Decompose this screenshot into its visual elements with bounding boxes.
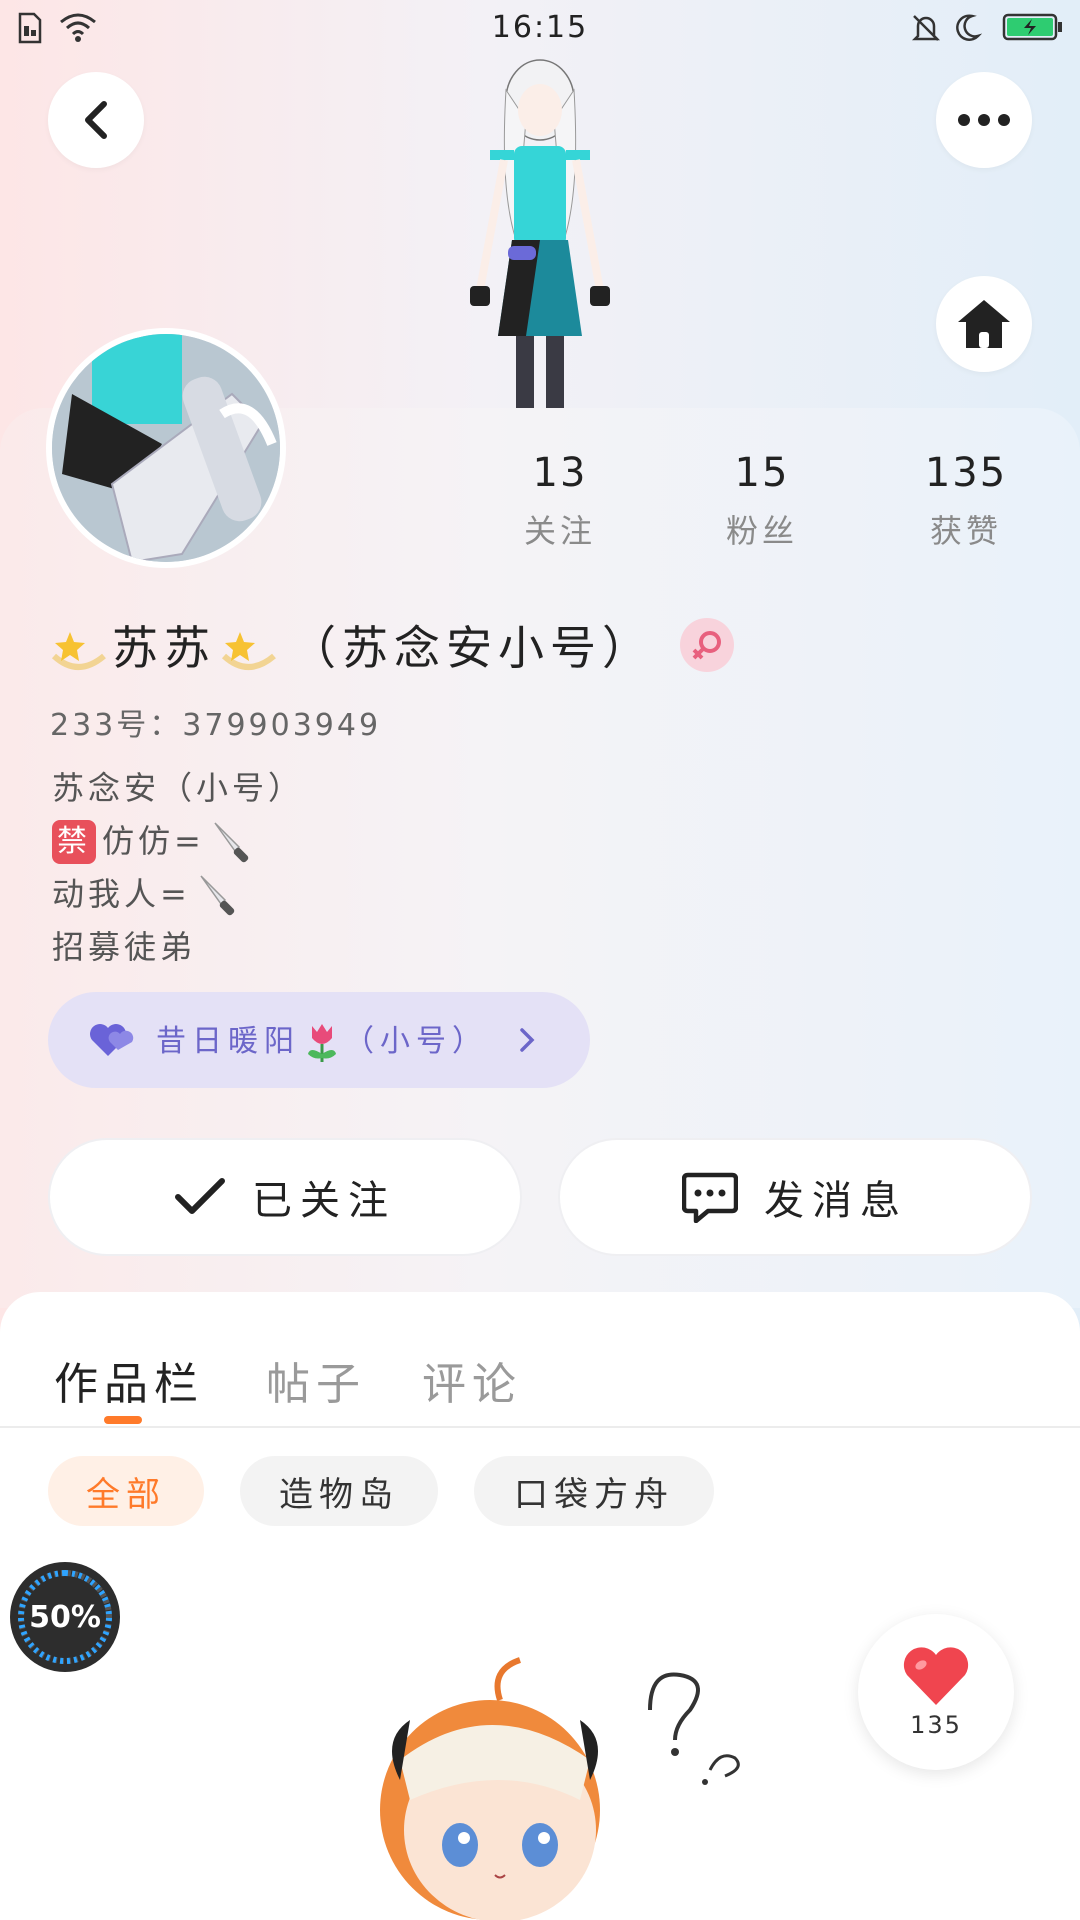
stat-fans-value: 15 [734,450,790,496]
filter-pocket-ark[interactable]: 口袋方舟 [474,1456,714,1526]
post-thumbnail-illustration [380,1657,740,1920]
bio-line-3: 动我人= [52,875,191,913]
avatar-3d-figure [470,59,610,410]
progress-label: 50% [29,1599,101,1635]
send-message-button-label: 发消息 [764,1178,908,1224]
knife-icon [200,874,235,915]
checkmark-icon [175,1178,225,1214]
like-count: 135 [910,1711,962,1739]
relation-link-label-post: （小号） [344,1023,488,1059]
user-id-value: 379903949 [182,708,382,743]
heart-icon [903,1647,969,1705]
progress-indicator[interactable]: 50% [10,1562,120,1672]
user-id-label: 233号： [50,708,183,743]
stat-likes-label: 获赞 [929,512,1002,550]
send-message-button[interactable]: 发消息 [558,1138,1032,1256]
tab-works[interactable]: 作品栏 [54,1348,204,1412]
chevron-right-icon [520,1028,535,1052]
stat-following[interactable]: 13 关注 [480,450,640,552]
mute-bell-icon [911,15,941,41]
stat-likes-value: 135 [924,450,1008,496]
filter-creation-island[interactable]: 造物岛 [240,1456,438,1526]
relation-link-chip[interactable]: 昔日暖阳 （小号） [48,992,590,1088]
stat-fans[interactable]: 15 粉丝 [682,450,842,552]
home-icon [958,300,1010,348]
stat-following-value: 13 [532,450,588,496]
female-gender-icon [680,618,734,672]
shooting-star-icon [51,632,106,670]
active-tab-indicator [104,1416,142,1424]
avatar[interactable] [46,328,286,568]
filter-all[interactable]: 全部 [48,1456,204,1526]
relation-link-label-pre: 昔日暖阳 [156,1023,300,1059]
more-button[interactable] [936,72,1032,168]
like-button[interactable]: 135 [858,1614,1014,1770]
bio-line-2: 仿仿= [102,822,205,860]
back-button[interactable] [48,72,144,168]
battery-icon [1002,13,1062,41]
stat-following-label: 关注 [523,512,596,550]
knife-icon [214,821,249,862]
bio: 苏念安（小号） 禁 仿仿= 动我人= 招募徒弟 [52,762,304,974]
following-button-label: 已关注 [252,1178,396,1224]
profile-name-row: 苏苏 （苏念安小号） [50,610,734,680]
double-heart-icon [90,1024,134,1056]
home-button[interactable] [936,276,1032,372]
profile-page: 16:15 13 关注 15 粉丝 135 获赞 苏苏 （苏念安小号） 233号… [0,0,1080,1920]
moon-icon [956,14,982,41]
prohibited-emoji-icon: 禁 [52,819,96,864]
chat-bubble-icon [682,1172,738,1223]
bio-line-1: 苏念安（小号） [52,769,305,807]
stat-likes[interactable]: 135 获赞 [886,450,1046,552]
tulip-icon [308,1024,336,1063]
tab-divider [0,1426,1080,1428]
user-id: 233号：379903949 [50,700,381,744]
more-dots-icon [958,114,1010,126]
status-bar: 16:15 [0,0,1080,56]
shooting-star-icon [221,632,276,670]
chevron-left-icon [85,101,107,139]
profile-name-suffix: （苏念安小号） [290,621,654,675]
avatar-image [52,334,280,562]
tab-comments[interactable]: 评论 [422,1348,522,1412]
following-button[interactable]: 已关注 [48,1138,522,1256]
bio-line-4: 招募徒弟 [52,928,197,966]
tab-posts[interactable]: 帖子 [266,1348,366,1412]
stat-fans-label: 粉丝 [725,512,798,550]
relation-link-label: 昔日暖阳 （小号） [156,1016,488,1065]
profile-name: 苏苏 [112,621,216,675]
